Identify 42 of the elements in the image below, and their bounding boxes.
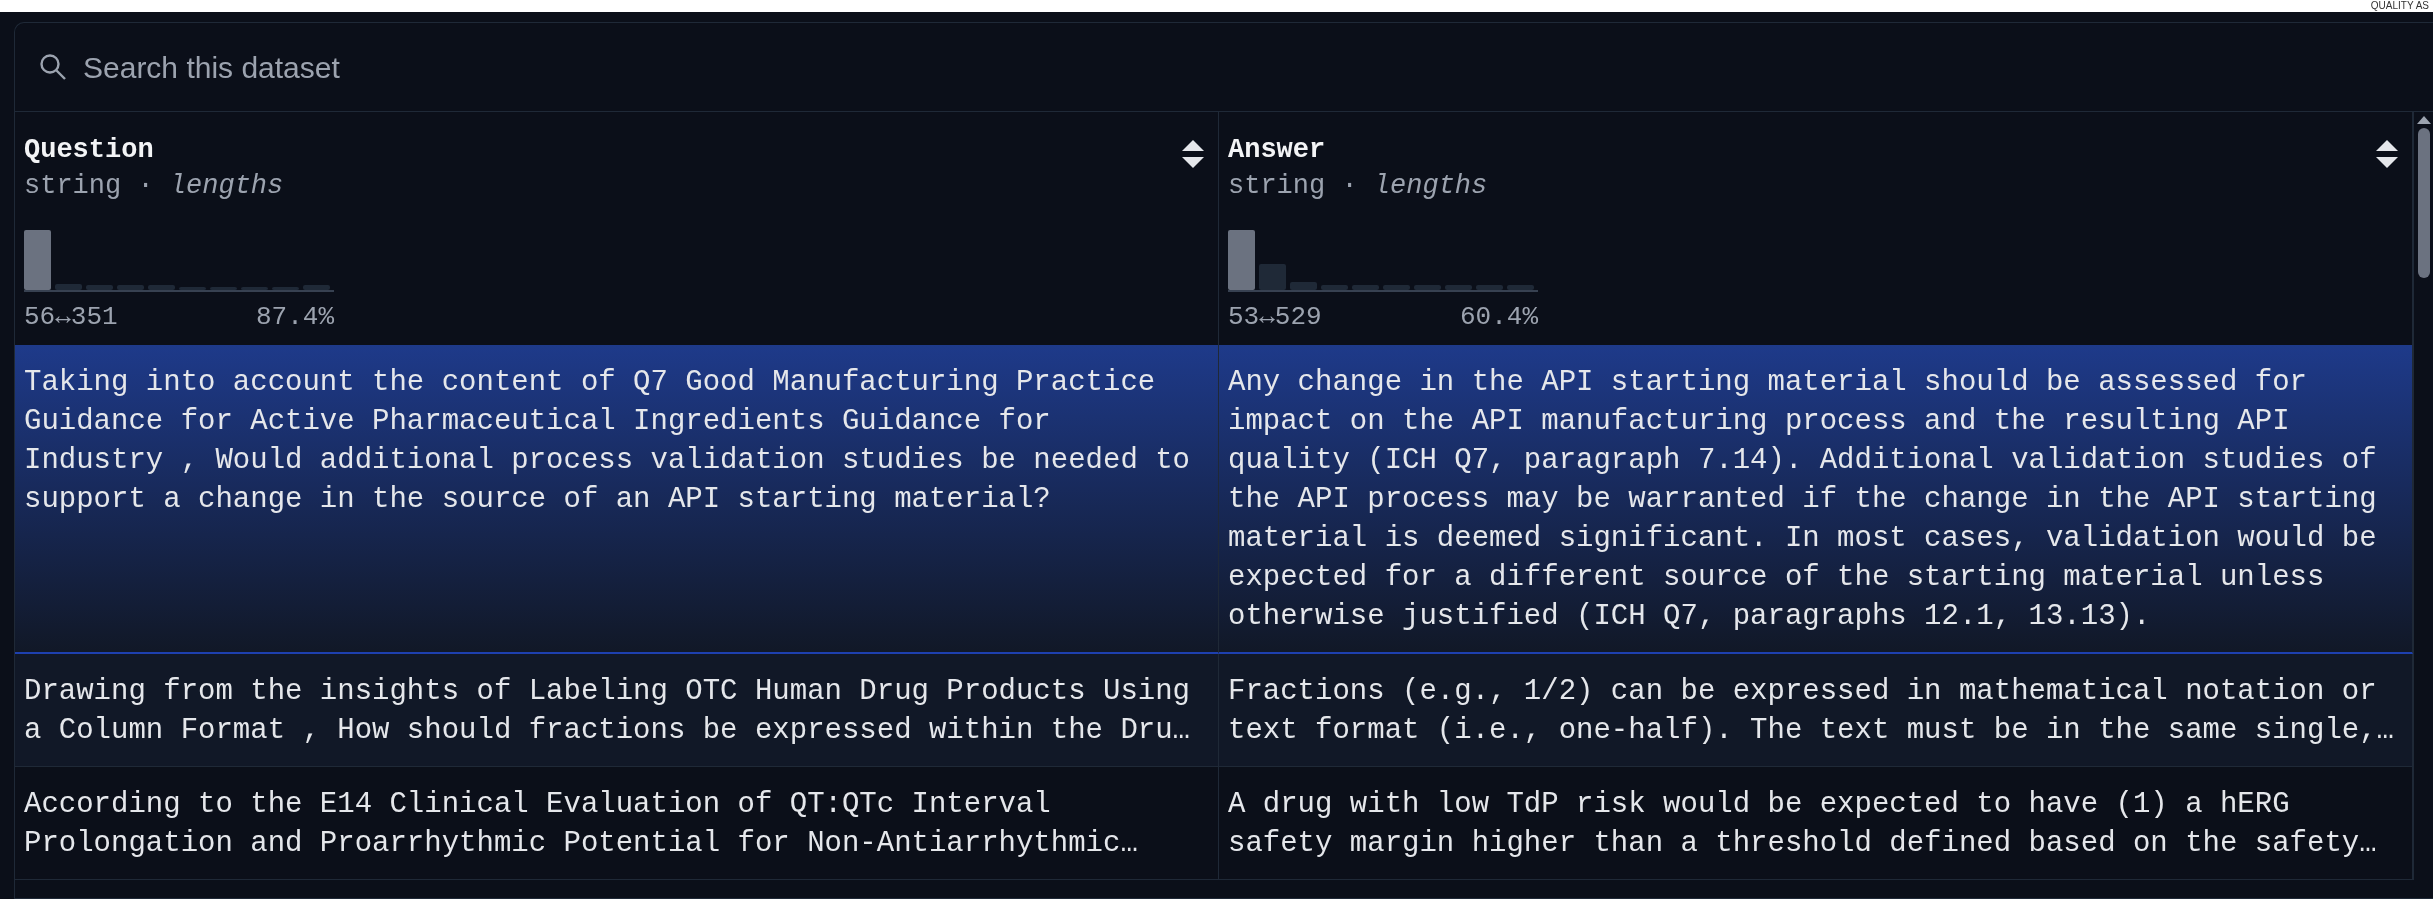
histogram-bar	[1290, 282, 1317, 290]
histogram-bar	[148, 285, 175, 290]
scrollbar[interactable]	[2413, 112, 2433, 880]
histogram-bar	[303, 285, 330, 290]
column-title: Question	[24, 134, 154, 167]
histogram-bar	[179, 287, 206, 290]
table-cell[interactable]: According to the E14 Clinical Evaluation of QT:QTc Interval Prolongation and Proarrhythmic Potential for Non-Antiarrhythmic…	[15, 767, 1219, 880]
histogram-bar	[1507, 285, 1534, 290]
table-cell[interactable]: Drawing from the insights of Labeling OTC Human Drug Products Using a Column Format , How should fractions be expressed within the Dru…	[15, 654, 1219, 767]
sort-icon[interactable]	[1182, 140, 1204, 168]
histogram-bar	[24, 230, 51, 290]
histogram-bar	[1476, 285, 1503, 290]
histogram-bar	[210, 287, 237, 290]
histogram-bar	[1321, 285, 1348, 290]
histogram-bar	[1445, 285, 1472, 290]
sort-icon[interactable]	[2376, 140, 2398, 168]
search-field[interactable]: Search this dataset	[83, 44, 883, 90]
histogram-bar	[55, 284, 82, 290]
table-cell[interactable]: Any change in the API starting material should be assessed for impact on the API manufacturing process and the resulting API quality (ICH Q7, paragraph 7.14). Additional validation studies of the API process may be warranted if the change in the API starting material is deemed significant. In most cases, validation would be expected for a different source of the starting material unless otherwise justified (ICH Q7, paragraphs 12.1, 13.13).	[1219, 345, 2413, 654]
table-cell[interactable]: A drug with low TdP risk would be expected to have (1) a hERG safety margin higher than a threshold defined based on the safety…	[1219, 767, 2413, 880]
scroll-up-icon[interactable]	[2416, 116, 2431, 124]
corner-label: QUALITY AS	[2370, 0, 2430, 12]
scrollbar-thumb[interactable]	[2417, 128, 2430, 278]
histogram-bar	[272, 287, 299, 290]
length-share: 87.4%	[256, 302, 334, 332]
histogram-bar	[1383, 285, 1410, 290]
table-cell[interactable]: Taking into account the content of Q7 Good Manufacturing Practice Guidance for Active Pharmaceutical Ingredients Guidance for Industry , Would additional process validation studies be needed to support a change in the source of an API starting material?	[15, 345, 1219, 654]
search-icon	[39, 53, 67, 81]
column-type: string · lengths	[1228, 170, 1488, 203]
histogram-bar	[86, 285, 113, 290]
histogram-bar	[1228, 230, 1255, 290]
histogram-bar	[241, 287, 268, 290]
length-range: 53↔529	[1228, 302, 1322, 332]
histogram-bar	[1352, 285, 1379, 290]
length-share: 60.4%	[1460, 302, 1538, 332]
length-range: 56↔351	[24, 302, 118, 332]
histogram-bar	[117, 285, 144, 290]
histogram-bar	[1259, 264, 1286, 290]
table-cell[interactable]: Fractions (e.g., 1/2) can be expressed in mathematical notation or text format (i.e., one-half). The text must be in the same single,…	[1219, 654, 2413, 767]
column-title: Answer	[1228, 134, 1326, 167]
histogram-bar	[1414, 285, 1441, 290]
column-type: string · lengths	[24, 170, 284, 203]
